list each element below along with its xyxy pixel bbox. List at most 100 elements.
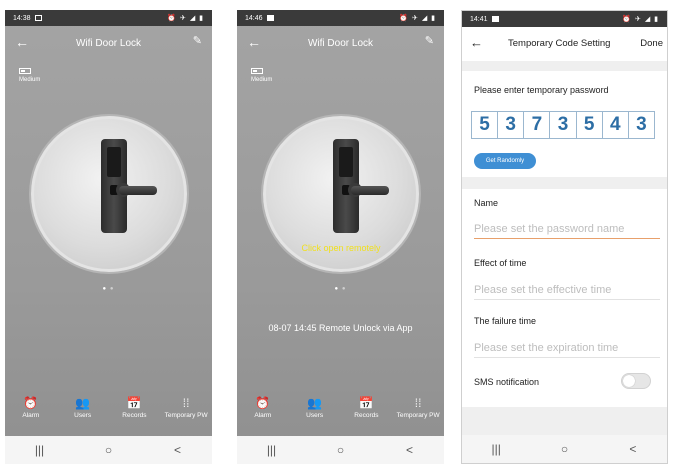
name-label: Name (474, 198, 499, 208)
back-arrow-icon[interactable]: ← (15, 34, 29, 50)
home-button[interactable]: ○ (74, 443, 142, 457)
app-bar: ← Wifi Door Lock ✎ (237, 26, 444, 60)
tab-label: Records (122, 412, 147, 419)
tab-alarm[interactable]: ⏰ Alarm (5, 396, 57, 430)
back-button[interactable]: < (143, 443, 211, 457)
get-randomly-button[interactable]: Get Randomly (474, 153, 536, 169)
expiration-time-input[interactable]: Please set the expiration time (474, 342, 660, 358)
tab-label: Records (354, 412, 379, 419)
remote-unlock-button[interactable] (31, 116, 187, 272)
tab-temporary-pw[interactable]: ⁞⁞ Temporary PW (160, 396, 212, 430)
home-button[interactable]: ○ (531, 442, 599, 456)
battery-label: Medium (19, 77, 41, 83)
tab-label: Temporary PW (164, 412, 208, 419)
battery-status: Medium (19, 68, 40, 83)
recents-button[interactable]: ||| (237, 443, 305, 457)
page-dot-inactive: ● (341, 286, 347, 292)
page-title: Wifi Door Lock (75, 37, 141, 49)
password-digit[interactable]: 4 (603, 112, 629, 138)
status-time: 14:46 (245, 14, 263, 22)
image-notification-icon (491, 16, 499, 22)
recents-button[interactable]: ||| (462, 442, 530, 456)
password-digit[interactable]: 5 (472, 112, 499, 138)
edit-pencil-icon[interactable]: ✎ (425, 34, 434, 47)
sms-notification-label: SMS notification (474, 377, 540, 387)
recents-button[interactable]: ||| (5, 443, 73, 457)
tab-records[interactable]: 📅 Records (109, 396, 161, 430)
app-bar: ← Wifi Door Lock ✎ (5, 26, 212, 60)
alarm-icon: ⏰ (23, 396, 39, 410)
bottom-tab-bar: ⏰ Alarm 👥 Users 📅 Records ⁞⁞ Temporary P… (237, 396, 444, 430)
status-time: 14:41 (470, 15, 488, 23)
last-unlock-record: 08-07 14:45 Remote Unlock via App (268, 323, 413, 333)
temporary-code-setting-phone: 14:41 ⏰ ✈ ◢ ▮ ← Temporary Code Setting D… (461, 10, 668, 464)
battery-status: Medium (251, 68, 272, 83)
tab-label: Alarm (22, 412, 40, 419)
password-digit[interactable]: 3 (498, 112, 525, 138)
tab-records[interactable]: 📅 Records (341, 396, 393, 430)
app-bar: ← Temporary Code Setting Done (462, 27, 667, 61)
lock-keypad-panel (107, 147, 121, 177)
back-button[interactable]: < (375, 443, 443, 457)
password-digit-boxes[interactable]: 5 3 7 3 5 4 3 (471, 111, 655, 139)
tab-label: Alarm (254, 412, 272, 419)
page-dot-active: ● (102, 286, 108, 292)
password-name-input[interactable]: Please set the password name (474, 223, 660, 239)
grid-icon: ⁞⁞ (182, 396, 190, 410)
home-button[interactable]: ○ (306, 443, 374, 457)
status-icons: ⏰ ✈ ◢ ▮ (399, 15, 436, 22)
calendar-icon: 📅 (358, 396, 374, 410)
effective-time-input[interactable]: Please set the effective time (474, 284, 660, 300)
lock-handle (119, 186, 157, 195)
password-digit[interactable]: 3 (629, 112, 654, 138)
back-arrow-icon[interactable]: ← (470, 35, 483, 50)
status-bar: 14:41 ⏰ ✈ ◢ ▮ (462, 11, 667, 27)
tab-temporary-pw[interactable]: ⁞⁞ Temporary PW (392, 396, 444, 430)
calendar-icon: 📅 (126, 396, 142, 410)
back-button[interactable]: < (599, 442, 667, 456)
bottom-tab-bar: ⏰ Alarm 👥 Users 📅 Records ⁞⁞ Temporary P… (5, 396, 212, 430)
sms-notification-toggle[interactable] (621, 373, 651, 389)
tab-users[interactable]: 👥 Users (289, 396, 341, 430)
status-icons: ⏰ ✈ ◢ ▮ (622, 16, 659, 23)
page-dot-inactive: ● (109, 286, 115, 292)
system-nav-bar: ||| ○ < (462, 435, 667, 463)
grid-icon: ⁞⁞ (414, 396, 422, 410)
password-digit[interactable]: 3 (550, 112, 577, 138)
tab-label: Users (74, 412, 92, 419)
back-arrow-icon[interactable]: ← (247, 34, 261, 50)
page-dot-active: ● (334, 286, 340, 292)
tab-users[interactable]: 👥 Users (57, 396, 109, 430)
battery-label: Medium (251, 77, 273, 83)
click-open-remotely-caption: Click open remotely (301, 243, 381, 253)
password-digit[interactable]: 5 (577, 112, 603, 138)
status-time: 14:38 (13, 14, 31, 22)
tab-label: Users (306, 412, 324, 419)
lock-screen-phone-1: 14:38 ⏰ ✈ ◢ ▮ ← Wifi Door Lock ✎ Medium … (5, 10, 212, 464)
users-icon: 👥 (307, 396, 323, 410)
lock-keypad-panel (339, 147, 353, 177)
tab-label: Temporary PW (396, 412, 440, 419)
image-notification-icon (34, 15, 42, 21)
lock-handle (351, 186, 389, 195)
page-indicator: ● ● (237, 286, 444, 292)
done-button[interactable]: Done (640, 38, 663, 49)
users-icon: 👥 (75, 396, 91, 410)
password-digit[interactable]: 7 (524, 112, 551, 138)
edit-pencil-icon[interactable]: ✎ (193, 34, 202, 47)
failure-time-label: The failure time (474, 316, 537, 326)
password-prompt-label: Please enter temporary password (474, 85, 609, 95)
system-nav-bar: ||| ○ < (237, 436, 444, 464)
status-bar: 14:38 ⏰ ✈ ◢ ▮ (5, 10, 212, 26)
system-nav-bar: ||| ○ < (5, 436, 212, 464)
image-notification-icon (266, 15, 274, 21)
status-bar: 14:46 ⏰ ✈ ◢ ▮ (237, 10, 444, 26)
lock-screen-phone-2: 14:46 ⏰ ✈ ◢ ▮ ← Wifi Door Lock ✎ Medium … (237, 10, 444, 464)
page-indicator: ● ● (5, 286, 212, 292)
page-title: Wifi Door Lock (307, 37, 373, 49)
alarm-icon: ⏰ (255, 396, 271, 410)
tab-alarm[interactable]: ⏰ Alarm (237, 396, 289, 430)
status-icons: ⏰ ✈ ◢ ▮ (167, 15, 204, 22)
effect-of-time-label: Effect of time (474, 258, 527, 268)
remote-unlock-button[interactable]: Click open remotely (263, 116, 419, 272)
